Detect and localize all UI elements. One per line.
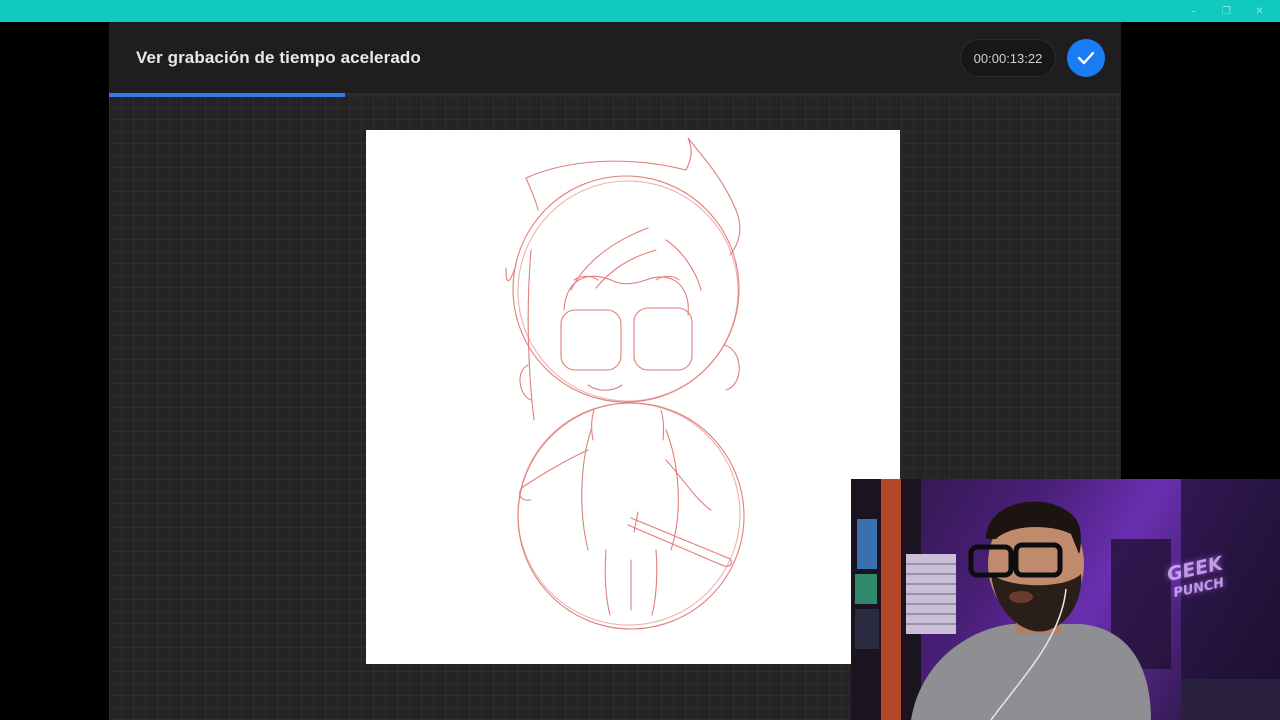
window-titlebar: – ❐ ✕ — [0, 0, 1280, 22]
webcam-scene — [851, 479, 1280, 720]
restore-button[interactable]: ❐ — [1210, 0, 1243, 22]
playback-progress-fill — [109, 93, 345, 97]
drawing-canvas[interactable] — [366, 130, 900, 664]
elapsed-time-display: 00:00:13:22 — [960, 39, 1056, 77]
checkmark-icon — [1077, 51, 1095, 65]
sketch-drawing — [505, 137, 745, 630]
webcam-overlay: GEEK PUNCH — [851, 479, 1280, 720]
close-button[interactable]: ✕ — [1243, 0, 1276, 22]
done-button[interactable] — [1067, 39, 1105, 77]
window-controls: – ❐ ✕ — [1177, 0, 1276, 22]
minimize-button[interactable]: – — [1177, 0, 1210, 22]
page-title: Ver grabación de tiempo acelerado — [136, 48, 421, 67]
replay-header: Ver grabación de tiempo acelerado 00:00:… — [109, 22, 1121, 94]
playback-progress-bar[interactable] — [109, 93, 1121, 97]
